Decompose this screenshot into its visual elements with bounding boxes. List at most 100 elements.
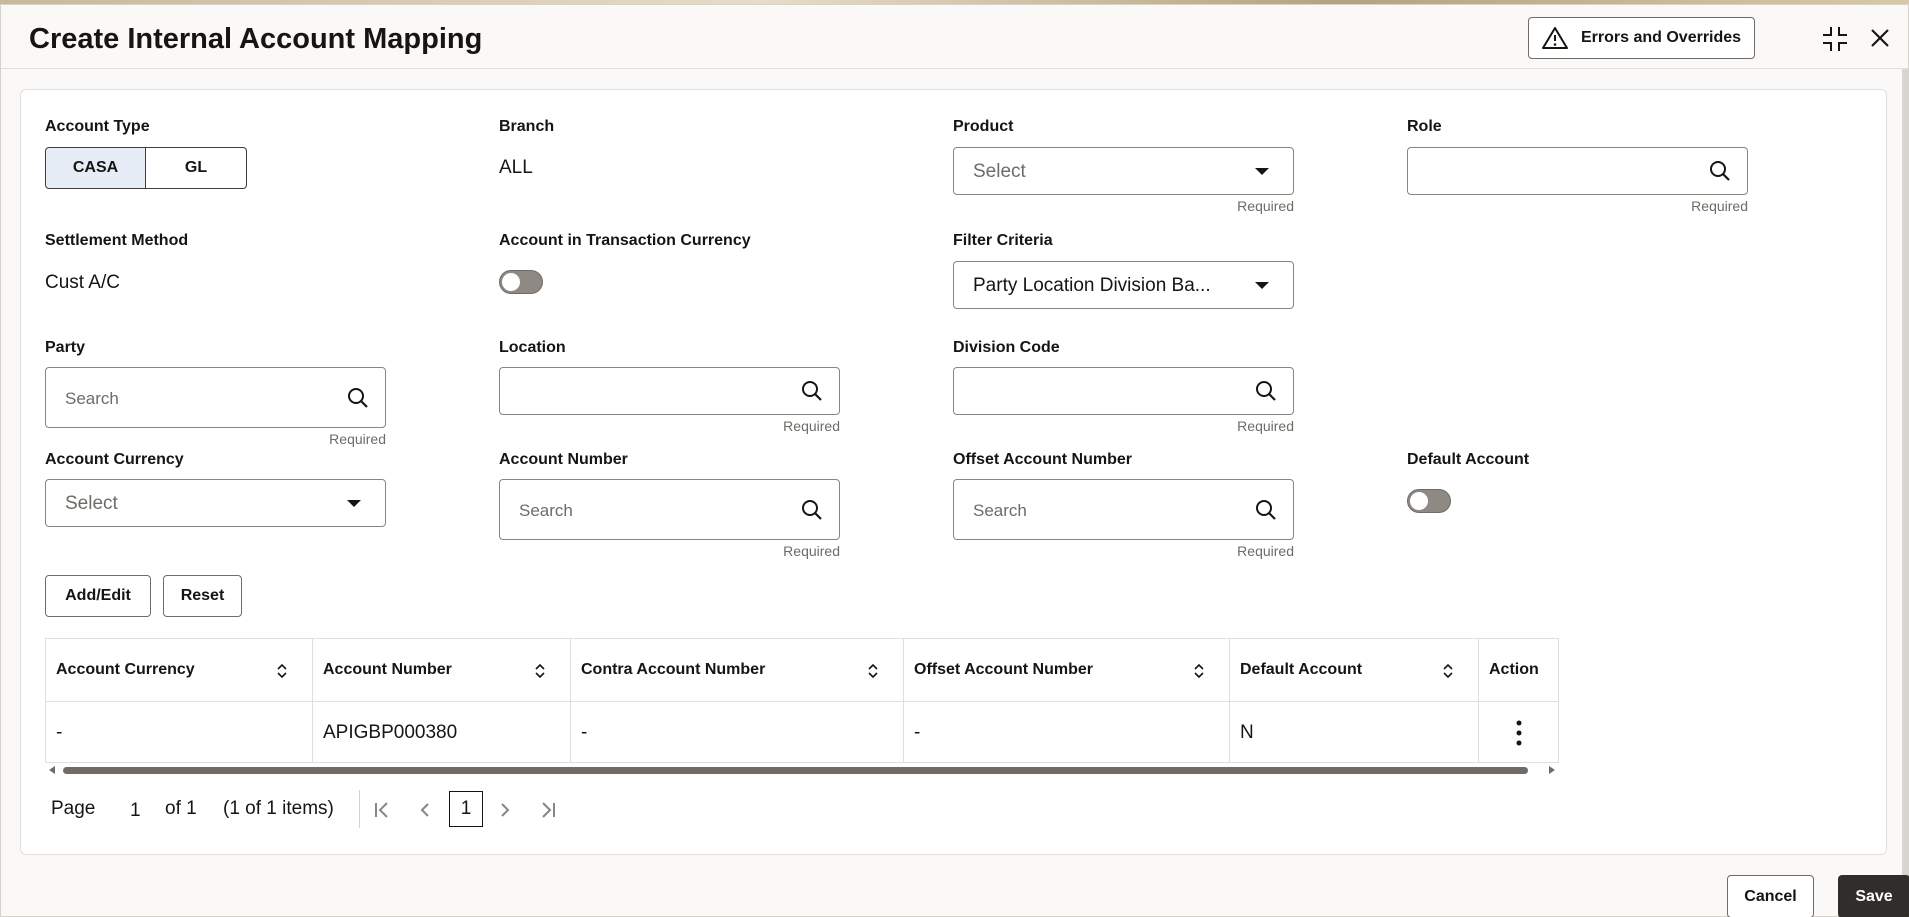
filter-criteria-value: Party Location Division Ba... — [973, 275, 1211, 296]
filter-criteria-label: Filter Criteria — [953, 232, 1053, 249]
col-account-number-label: Account Number — [323, 661, 452, 678]
dialog: Create Internal Account Mapping Errors a… — [0, 4, 1909, 917]
scroll-left-icon[interactable] — [49, 766, 55, 774]
party-input[interactable]: Search — [45, 367, 386, 428]
col-contra-account-number[interactable]: Contra Account Number — [571, 639, 904, 701]
account-in-txn-currency-label: Account in Transaction Currency — [499, 232, 751, 249]
col-action-label: Action — [1489, 661, 1539, 678]
sort-icon[interactable] — [867, 663, 879, 679]
reset-button[interactable]: Reset — [163, 575, 242, 617]
pagination-items-label: (1 of 1 items) — [223, 798, 334, 819]
product-required: Required — [1237, 198, 1294, 214]
account-currency-label: Account Currency — [45, 451, 184, 468]
errors-and-overrides-label: Errors and Overrides — [1581, 29, 1742, 46]
warning-icon — [1542, 27, 1568, 49]
filter-criteria-select[interactable]: Party Location Division Ba... — [953, 261, 1294, 309]
scroll-thumb[interactable] — [63, 767, 1528, 774]
search-icon[interactable] — [801, 380, 823, 402]
account-type-gl[interactable]: GL — [146, 147, 247, 189]
settlement-method-value: Cust A/C — [45, 272, 120, 293]
sort-icon[interactable] — [1193, 663, 1205, 679]
account-in-txn-currency-switch[interactable] — [499, 270, 543, 294]
dialog-header: Create Internal Account Mapping Errors a… — [1, 5, 1908, 69]
pagination-current-page[interactable]: 1 — [449, 791, 483, 827]
offset-account-number-required: Required — [1237, 543, 1294, 559]
pagination-of-label: of 1 — [165, 798, 197, 819]
cell-default-account: N — [1230, 702, 1479, 763]
col-default-account-label: Default Account — [1240, 661, 1363, 678]
col-action: Action — [1479, 639, 1558, 701]
add-edit-button[interactable]: Add/Edit — [45, 575, 151, 617]
product-placeholder: Select — [973, 161, 1026, 182]
col-default-account[interactable]: Default Account — [1230, 639, 1479, 701]
account-number-input[interactable]: Search — [499, 479, 840, 540]
col-account-currency-label: Account Currency — [56, 661, 195, 678]
mapping-table: Account Currency Account Number Contra A… — [45, 638, 1559, 763]
chevron-down-icon — [1255, 168, 1269, 175]
sort-icon[interactable] — [1442, 663, 1454, 679]
account-currency-select[interactable]: Select — [45, 479, 386, 527]
cancel-button[interactable]: Cancel — [1727, 875, 1814, 917]
account-number-label: Account Number — [499, 451, 628, 468]
form-panel: Account Type CASA GL Branch ALL Product … — [20, 89, 1887, 855]
col-contra-account-number-label: Contra Account Number — [581, 661, 766, 678]
previous-page-icon[interactable] — [418, 801, 432, 819]
account-number-required: Required — [783, 543, 840, 559]
search-icon[interactable] — [1709, 160, 1731, 182]
branch-value: ALL — [499, 157, 533, 178]
cell-account-currency: - — [46, 702, 313, 763]
col-offset-account-number-label: Offset Account Number — [914, 661, 1093, 678]
first-page-icon[interactable] — [373, 801, 391, 819]
next-page-icon[interactable] — [498, 801, 512, 819]
default-account-label: Default Account — [1407, 451, 1530, 468]
chevron-down-icon — [347, 500, 361, 507]
search-icon[interactable] — [347, 387, 369, 409]
cell-action — [1479, 702, 1558, 763]
location-label: Location — [499, 339, 566, 356]
account-type-toggle: CASA GL — [45, 147, 247, 189]
account-type-casa[interactable]: CASA — [45, 147, 146, 189]
role-required: Required — [1691, 198, 1748, 214]
page-title: Create Internal Account Mapping — [29, 23, 483, 55]
errors-and-overrides-button[interactable]: Errors and Overrides — [1528, 17, 1755, 59]
close-icon[interactable] — [1869, 27, 1891, 49]
location-required: Required — [783, 418, 840, 434]
last-page-icon[interactable] — [539, 801, 557, 819]
account-number-placeholder: Search — [519, 501, 573, 520]
search-icon[interactable] — [1255, 380, 1277, 402]
cell-contra-account-number: - — [571, 702, 904, 763]
cell-account-number: APIGBP000380 — [313, 702, 571, 763]
offset-account-number-label: Offset Account Number — [953, 451, 1132, 468]
offset-account-number-placeholder: Search — [973, 501, 1027, 520]
product-select[interactable]: Select — [953, 147, 1294, 195]
party-required: Required — [329, 431, 386, 447]
col-account-currency[interactable]: Account Currency — [46, 639, 313, 701]
offset-account-number-input[interactable]: Search — [953, 479, 1294, 540]
col-account-number[interactable]: Account Number — [313, 639, 571, 701]
pagination-page-input[interactable]: 1 — [130, 800, 141, 822]
party-label: Party — [45, 339, 86, 356]
cell-offset-account-number: - — [904, 702, 1230, 763]
settlement-method-label: Settlement Method — [45, 232, 189, 249]
search-icon[interactable] — [1255, 499, 1277, 521]
account-currency-placeholder: Select — [65, 493, 118, 514]
default-account-switch[interactable] — [1407, 489, 1451, 513]
party-placeholder: Search — [65, 389, 119, 408]
role-input[interactable] — [1407, 147, 1748, 195]
table-row[interactable]: - APIGBP000380 - - N — [46, 702, 1558, 763]
save-button[interactable]: Save — [1838, 875, 1909, 917]
pagination-page-label: Page — [51, 798, 96, 819]
horizontal-scrollbar[interactable] — [45, 764, 1559, 776]
location-input[interactable] — [499, 367, 840, 415]
search-icon[interactable] — [801, 499, 823, 521]
sort-icon[interactable] — [534, 663, 546, 679]
sort-icon[interactable] — [276, 663, 288, 679]
vertical-scrollbar[interactable] — [1902, 69, 1908, 879]
more-vertical-icon[interactable] — [1515, 720, 1523, 746]
chevron-down-icon — [1255, 282, 1269, 289]
division-code-input[interactable] — [953, 367, 1294, 415]
col-offset-account-number[interactable]: Offset Account Number — [904, 639, 1230, 701]
branch-label: Branch — [499, 118, 555, 135]
scroll-right-icon[interactable] — [1549, 766, 1555, 774]
collapse-icon[interactable] — [1821, 25, 1849, 53]
